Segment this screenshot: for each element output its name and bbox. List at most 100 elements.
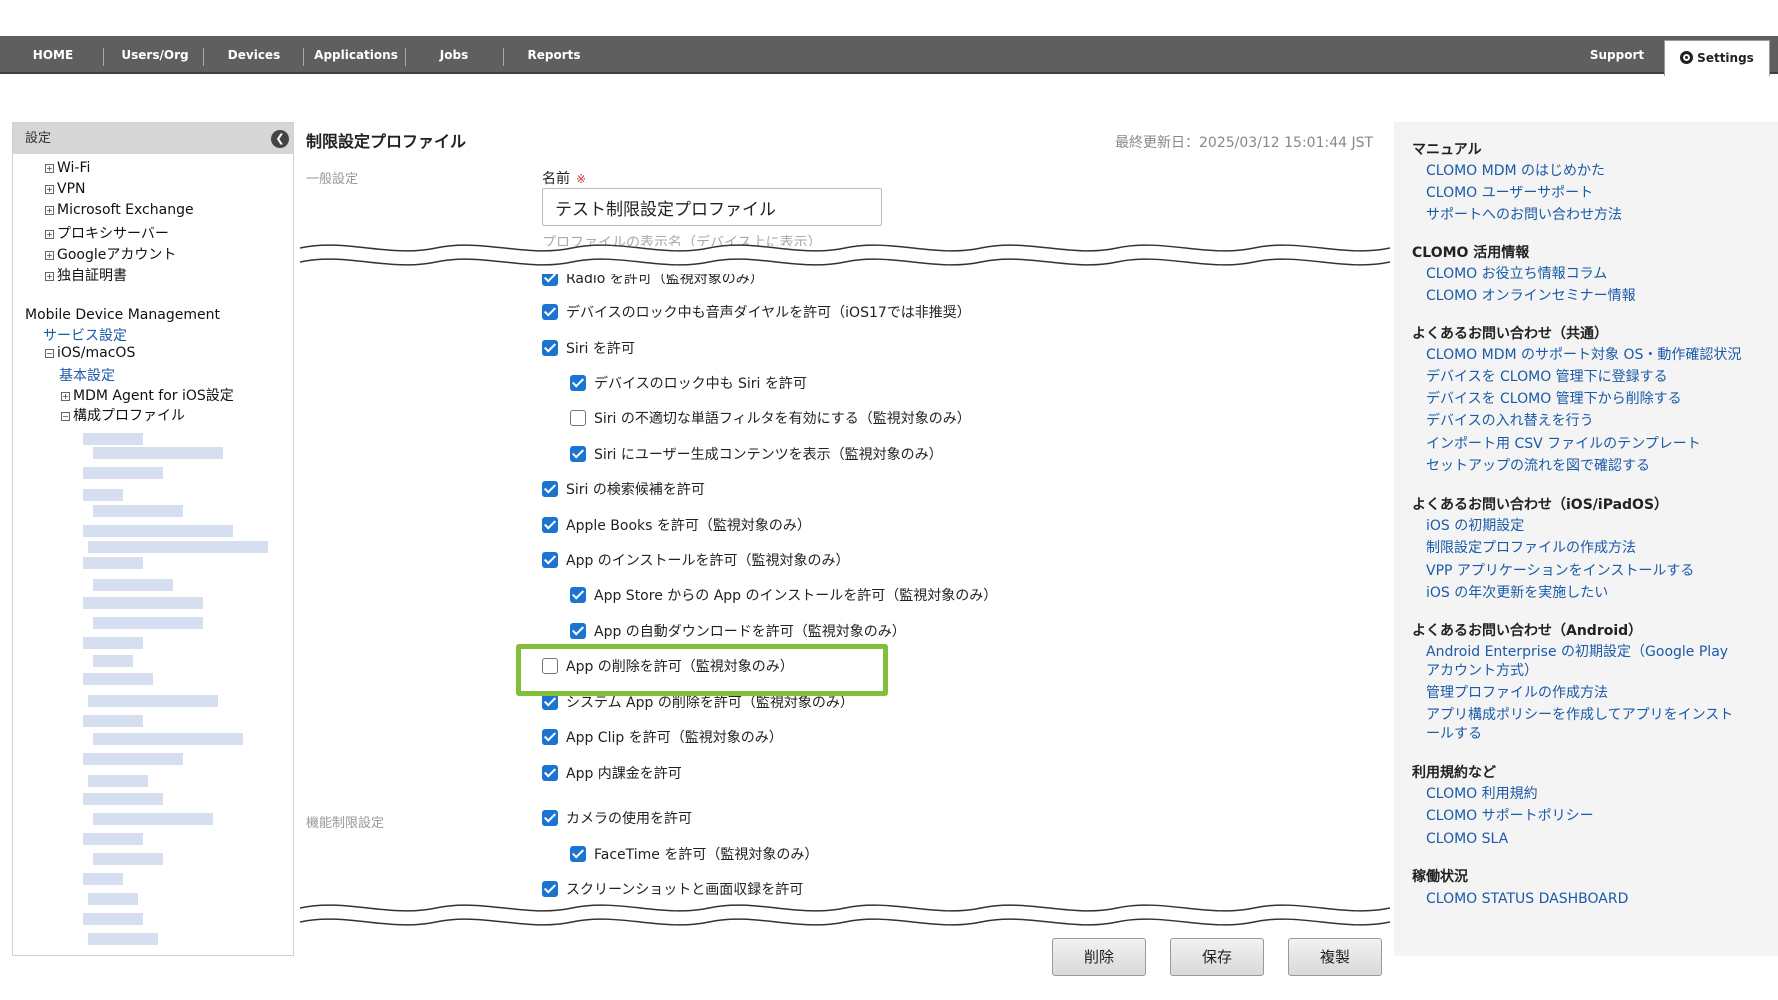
nav-jobs[interactable]: Jobs bbox=[410, 36, 498, 74]
checkbox-in-app-purchase[interactable]: App 内課金を許可 bbox=[542, 765, 682, 785]
top-navigation: HOME Users/Org Devices Applications Jobs… bbox=[0, 36, 1778, 76]
checkbox-allow-radio[interactable]: Radio を許可（監視対象のみ） bbox=[542, 274, 764, 290]
expand-icon: + bbox=[45, 251, 54, 260]
checkbox-siri-suggestions[interactable]: Siri の検索候補を許可 bbox=[542, 481, 705, 501]
checkbox-siri-profanity-filter[interactable]: Siri の不適切な単語フィルタを有効にする（監視対象のみ） bbox=[570, 410, 971, 430]
sidebar-item-basic-settings[interactable]: 基本設定 bbox=[59, 365, 115, 385]
help-link[interactable]: CLOMO お役立ち情報コラム bbox=[1426, 265, 1746, 284]
checkbox-facetime[interactable]: FaceTime を許可（監視対象のみ） bbox=[570, 846, 818, 866]
help-link[interactable]: 管理プロファイルの作成方法 bbox=[1426, 684, 1746, 703]
help-link[interactable]: CLOMO ユーザーサポート bbox=[1426, 184, 1746, 203]
nav-home[interactable]: HOME bbox=[18, 36, 88, 74]
checkbox-icon bbox=[570, 375, 586, 391]
gear-icon bbox=[1680, 51, 1694, 64]
collapse-icon: − bbox=[45, 349, 54, 358]
nav-applications[interactable]: Applications bbox=[307, 36, 405, 74]
sidebar-item-service-settings[interactable]: サービス設定 bbox=[43, 325, 127, 345]
nav-settings-tab[interactable]: Settings bbox=[1664, 40, 1770, 76]
checkbox-camera[interactable]: カメラの使用を許可 bbox=[542, 810, 692, 830]
delete-button[interactable]: 削除 bbox=[1052, 938, 1146, 976]
checkbox-siri-user-content[interactable]: Siri にユーザー生成コンテンツを表示（監視対象のみ） bbox=[570, 446, 943, 466]
checkbox-siri-locked[interactable]: デバイスのロック中も Siri を許可 bbox=[570, 375, 807, 395]
checkbox-allow-siri[interactable]: Siri を許可 bbox=[542, 340, 635, 360]
help-section-title: 稼働状況 bbox=[1412, 869, 1468, 885]
help-section-title: よくあるお問い合わせ（iOS/iPadOS） bbox=[1412, 497, 1669, 513]
help-link[interactable]: デバイスの入れ替えを行う bbox=[1426, 412, 1746, 431]
expand-icon: + bbox=[45, 164, 54, 173]
nav-separator bbox=[303, 48, 304, 66]
save-button[interactable]: 保存 bbox=[1170, 938, 1264, 976]
checkbox-icon bbox=[542, 765, 558, 781]
checkbox-app-store-install[interactable]: App Store からの App のインストールを許可（監視対象のみ） bbox=[570, 587, 997, 607]
name-field-label: 名前 ※ bbox=[542, 171, 587, 187]
help-link[interactable]: サポートへのお問い合わせ方法 bbox=[1426, 206, 1746, 225]
checkbox-icon bbox=[570, 846, 586, 862]
sidebar-item-certificate[interactable]: + 独自証明書 bbox=[45, 265, 127, 285]
help-link[interactable]: iOS の年次更新を実施したい bbox=[1426, 584, 1746, 603]
help-link[interactable]: CLOMO SLA bbox=[1426, 830, 1746, 849]
help-link[interactable]: インポート用 CSV ファイルのテンプレート bbox=[1426, 435, 1746, 454]
help-link[interactable]: CLOMO STATUS DASHBOARD bbox=[1426, 890, 1746, 909]
help-link[interactable]: CLOMO MDM のはじめかた bbox=[1426, 162, 1746, 181]
checkbox-voice-dial-locked[interactable]: デバイスのロック中も音声ダイヤルを許可（iOS17では非推奨） bbox=[542, 304, 971, 324]
expand-icon: + bbox=[45, 230, 54, 239]
expand-icon: + bbox=[45, 206, 54, 215]
help-link[interactable]: iOS の初期設定 bbox=[1426, 517, 1746, 536]
help-link[interactable]: Android Enterprise の初期設定（Google Play アカウ… bbox=[1426, 643, 1746, 681]
help-link[interactable]: VPP アプリケーションをインストールする bbox=[1426, 562, 1746, 581]
settings-sidebar: 設定 ❮ + Wi-Fi + VPN + Microsoft Exchange + プロ… bbox=[12, 122, 294, 956]
checkbox-icon bbox=[542, 481, 558, 497]
help-link[interactable]: CLOMO 利用規約 bbox=[1426, 785, 1746, 804]
checkbox-apple-books[interactable]: Apple Books を許可（監視対象のみ） bbox=[542, 517, 811, 537]
checkbox-icon bbox=[542, 729, 558, 745]
sidebar-item-google-account[interactable]: + Googleアカウント bbox=[45, 244, 176, 264]
nav-users-org[interactable]: Users/Org bbox=[110, 36, 200, 74]
help-link[interactable]: デバイスを CLOMO 管理下に登録する bbox=[1426, 368, 1746, 387]
checkbox-icon bbox=[570, 587, 586, 603]
checkbox-app-install[interactable]: App のインストールを許可（監視対象のみ） bbox=[542, 552, 850, 572]
help-link[interactable]: CLOMO MDM のサポート対象 OS・動作確認状況 bbox=[1426, 346, 1746, 365]
duplicate-button[interactable]: 複製 bbox=[1288, 938, 1382, 976]
checkbox-icon bbox=[570, 623, 586, 639]
help-link[interactable]: CLOMO オンラインセミナー情報 bbox=[1426, 287, 1746, 306]
sidebar-item-config-profile[interactable]: − 構成プロファイル bbox=[61, 405, 185, 425]
nav-separator bbox=[405, 48, 406, 66]
checkbox-system-app-removal[interactable]: システム App の削除を許可（監視対象のみ） bbox=[542, 696, 854, 714]
help-section-title: 利用規約など bbox=[1412, 765, 1496, 781]
expand-icon: + bbox=[45, 272, 54, 281]
expand-icon: + bbox=[61, 392, 70, 401]
checkbox-screenshot[interactable]: スクリーンショットと画面収録を許可 bbox=[542, 881, 803, 901]
nav-reports[interactable]: Reports bbox=[510, 36, 598, 74]
sidebar-item-mdm-agent[interactable]: + MDM Agent for iOS設定 bbox=[61, 385, 234, 405]
checkbox-app-clip[interactable]: App Clip を許可（監視対象のみ） bbox=[542, 729, 783, 749]
sidebar-item-exchange[interactable]: + Microsoft Exchange bbox=[45, 202, 194, 218]
checkbox-app-auto-download[interactable]: App の自動ダウンロードを許可（監視対象のみ） bbox=[570, 623, 906, 643]
checkbox-icon bbox=[542, 274, 558, 286]
section-function-label: 機能制限設定 bbox=[306, 816, 385, 831]
profile-name-input[interactable] bbox=[542, 188, 882, 226]
help-link[interactable]: アプリ構成ポリシーを作成してアプリをインストールする bbox=[1426, 706, 1746, 744]
nav-devices[interactable]: Devices bbox=[210, 36, 298, 74]
section-general-label: 一般設定 bbox=[306, 172, 359, 187]
checkbox-icon bbox=[542, 881, 558, 897]
highlight-box bbox=[516, 644, 888, 696]
nav-separator bbox=[203, 48, 204, 66]
checkbox-icon bbox=[542, 304, 558, 320]
sidebar-item-proxy[interactable]: + プロキシサーバー bbox=[45, 223, 169, 243]
page-title: 制限設定プロファイル bbox=[306, 132, 467, 151]
nav-support[interactable]: Support bbox=[1574, 36, 1660, 74]
checkbox-icon bbox=[542, 517, 558, 533]
help-section-title: よくあるお問い合わせ（共通） bbox=[1412, 326, 1608, 342]
nav-separator bbox=[503, 48, 504, 66]
sidebar-item-vpn[interactable]: + VPN bbox=[45, 181, 86, 197]
sidebar-item-wifi[interactable]: + Wi-Fi bbox=[45, 160, 90, 176]
help-section-title: マニュアル bbox=[1412, 142, 1482, 158]
help-link[interactable]: CLOMO サポートポリシー bbox=[1426, 807, 1746, 826]
sidebar-mdm-title: Mobile Device Management bbox=[25, 307, 220, 323]
help-link[interactable]: セットアップの流れを図で確認する bbox=[1426, 457, 1746, 476]
help-link[interactable]: 制限設定プロファイルの作成方法 bbox=[1426, 539, 1746, 558]
sidebar-item-ios-macos[interactable]: − iOS/macOS bbox=[45, 345, 135, 361]
collapse-sidebar-icon[interactable]: ❮ bbox=[271, 130, 289, 148]
help-sidebar: マニュアル CLOMO MDM のはじめかた CLOMO ユーザーサポート サポ… bbox=[1394, 122, 1778, 956]
help-link[interactable]: デバイスを CLOMO 管理下から削除する bbox=[1426, 390, 1746, 409]
